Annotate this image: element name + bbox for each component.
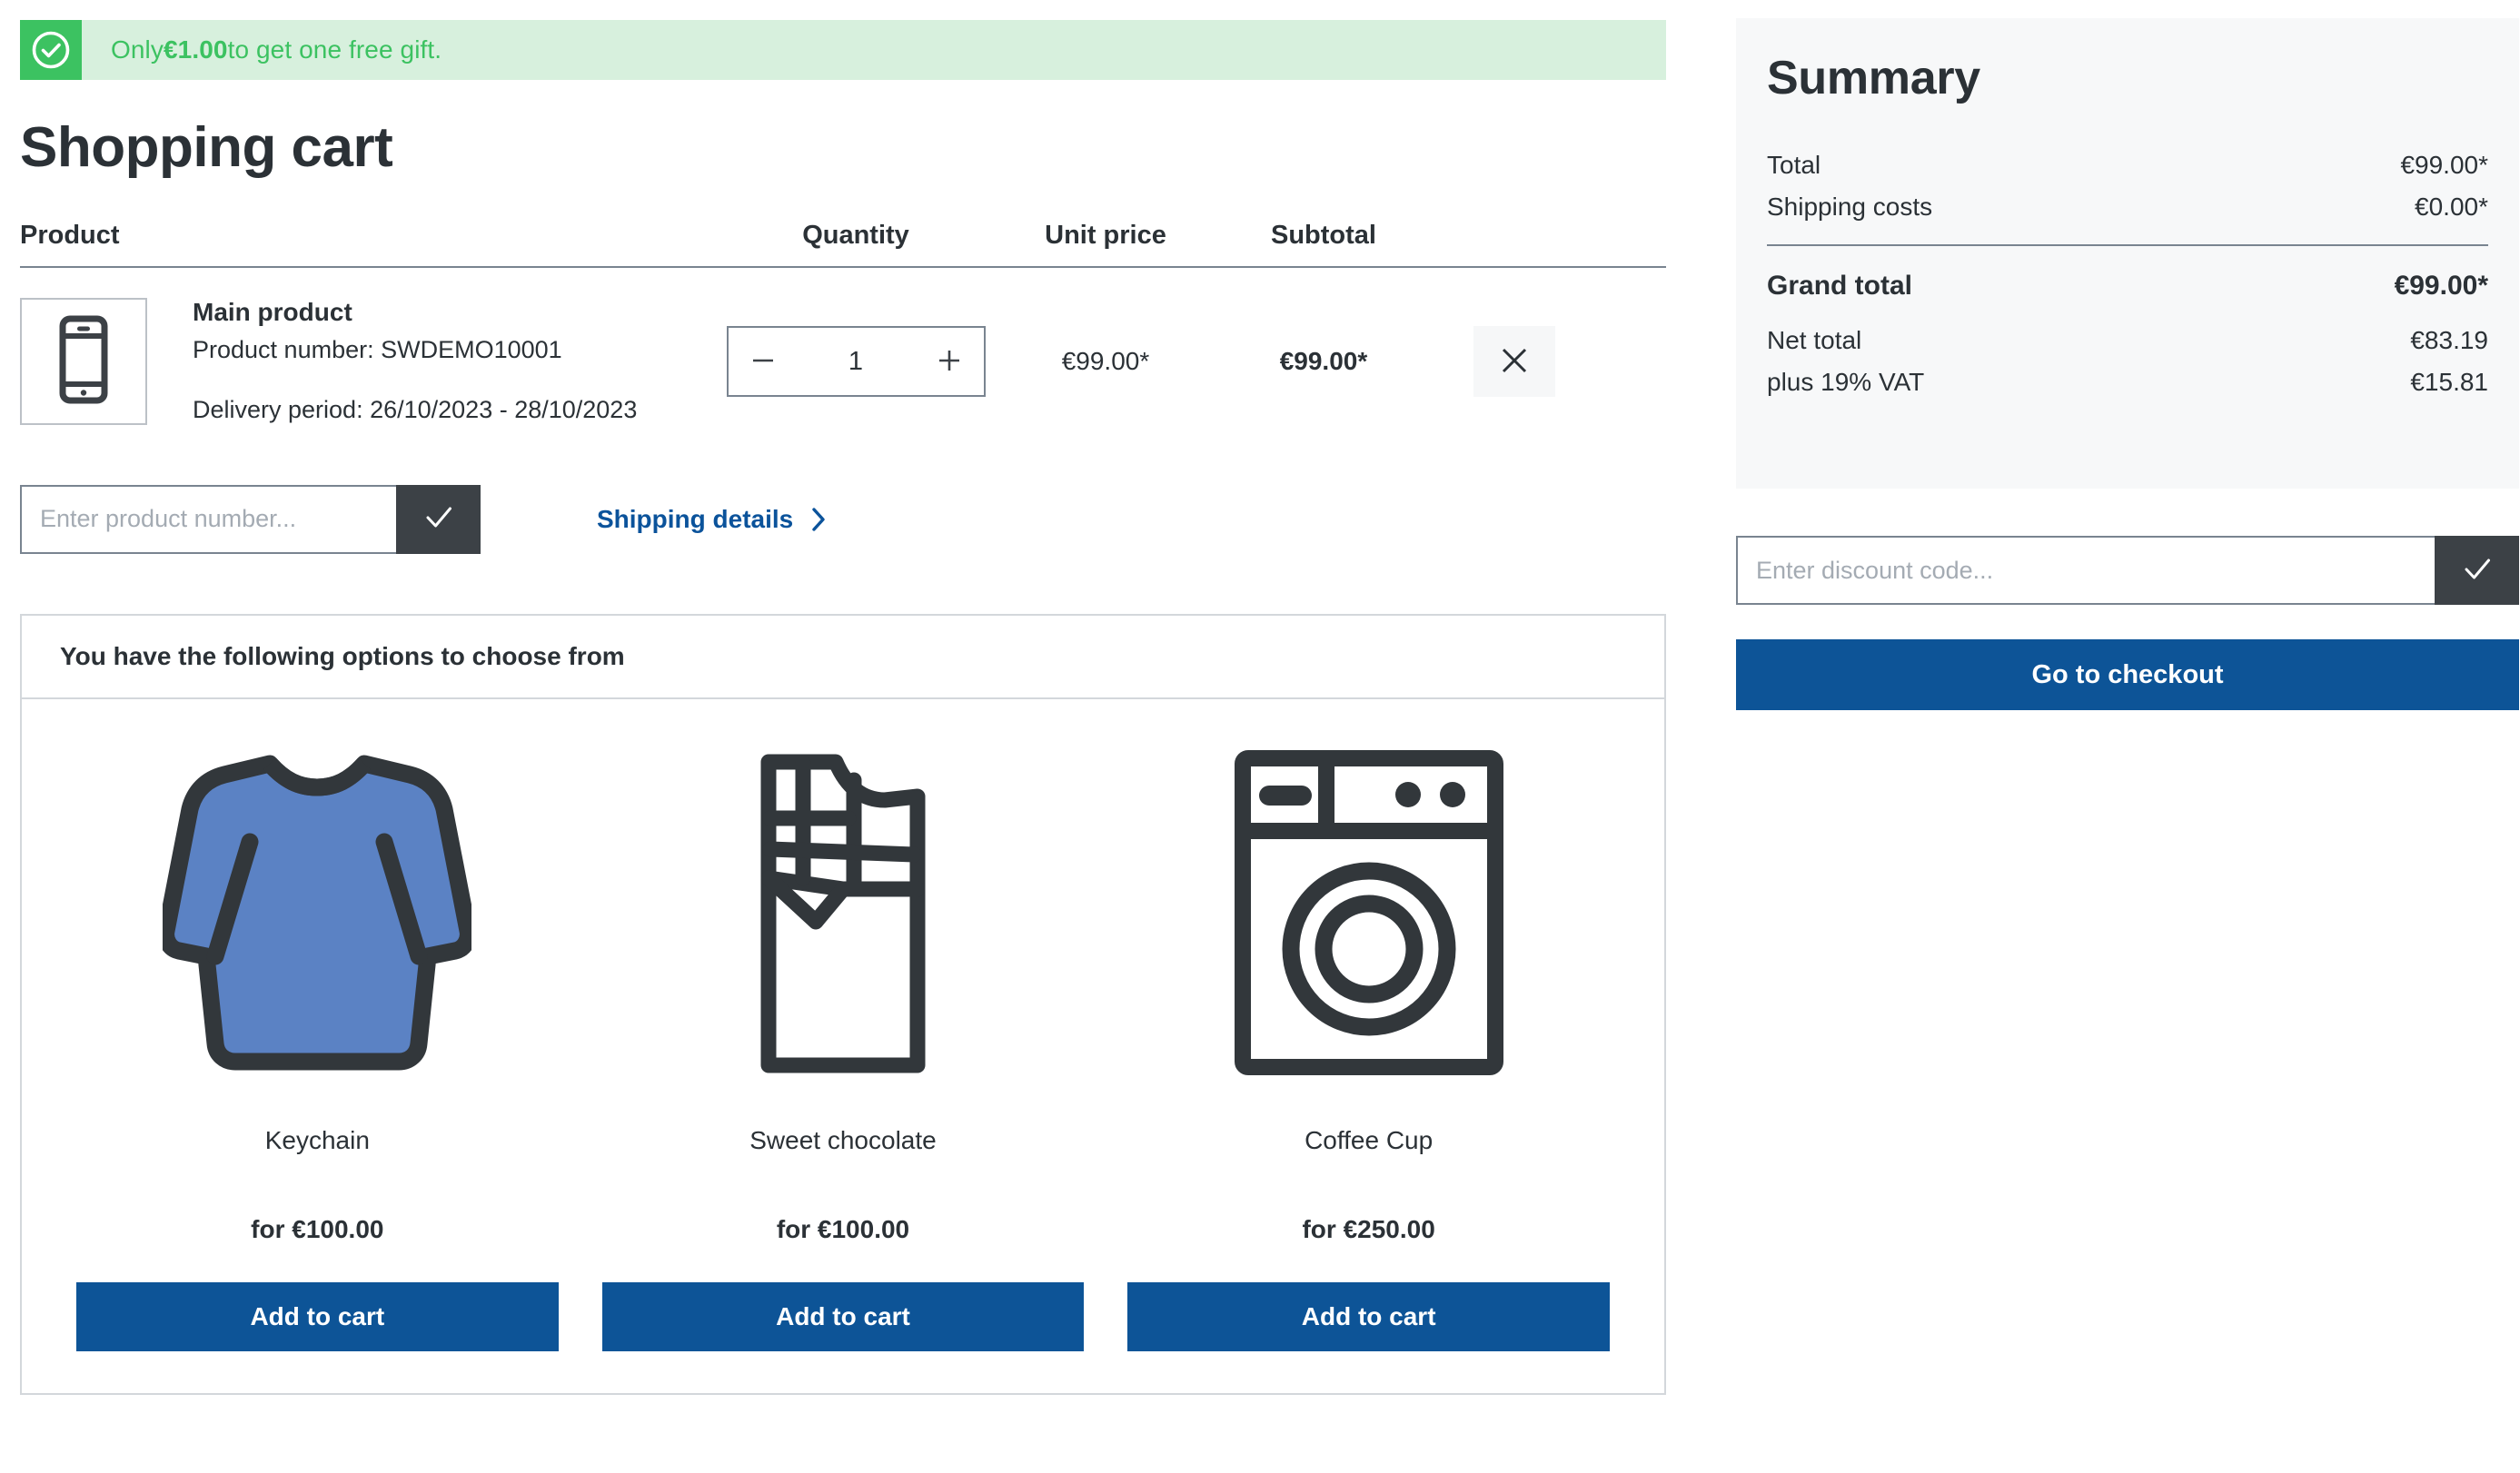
column-header-quantity: Quantity [802, 221, 909, 251]
summary-net-total-label: Net total [1767, 326, 1862, 355]
summary-net-total-value: €83.19 [2410, 326, 2488, 355]
gift-option-price: for €250.00 [1302, 1214, 1435, 1243]
remove-cell [1428, 326, 1666, 398]
close-icon [1497, 343, 1532, 381]
product-info: Main product Product number: SWDEMO10001… [193, 295, 637, 429]
summary-grand-total-value: €99.00* [2394, 271, 2488, 302]
chocolate-bar-icon [752, 744, 934, 1086]
product-number-submit-button[interactable] [396, 484, 481, 554]
product-thumbnail[interactable] [20, 298, 147, 426]
gift-options-heading: You have the following options to choose… [22, 616, 1664, 699]
summary-bottom-spacer [1767, 403, 2488, 452]
summary-row-shipping: Shipping costs €0.00* [1767, 186, 2488, 228]
free-gift-alert: Only €1.00 to get one free gift. [20, 20, 1666, 80]
cart-actions-row: Shipping details [20, 484, 1666, 554]
sweater-icon [157, 744, 478, 1086]
product-cell: Main product Product number: SWDEMO10001… [20, 295, 719, 429]
chevron-right-icon [809, 506, 828, 533]
go-to-checkout-button[interactable]: Go to checkout [1736, 639, 2519, 711]
column-header-product: Product [20, 221, 120, 251]
gift-option-image[interactable] [752, 741, 934, 1090]
gift-option-card: Sweet chocolate for €100.00 Add to cart [580, 741, 1106, 1351]
add-to-cart-button[interactable]: Add to cart [1127, 1281, 1610, 1351]
page-title: Shopping cart [20, 116, 393, 179]
alert-amount: €1.00 [163, 35, 228, 64]
summary-vat-value: €15.81 [2410, 368, 2488, 397]
free-gift-alert-text: Only €1.00 to get one free gift. [82, 20, 441, 80]
gift-option-card: Coffee Cup for €250.00 Add to cart [1106, 741, 1632, 1351]
shipping-details-label: Shipping details [597, 504, 794, 533]
summary-row-net-total: Net total €83.19 [1767, 320, 2488, 361]
summary-card: Summary Total €99.00* Shipping costs €0.… [1736, 18, 2519, 489]
discount-code-submit-button[interactable] [2435, 536, 2519, 606]
summary-row-vat: plus 19% VAT €15.81 [1767, 361, 2488, 403]
remove-item-button[interactable] [1473, 326, 1555, 398]
summary-shipping-value: €0.00* [2415, 193, 2488, 222]
quantity-increment-button[interactable] [915, 328, 984, 395]
product-number: Product number: SWDEMO10001 [193, 335, 562, 363]
gift-option-name: Coffee Cup [1305, 1125, 1434, 1154]
quantity-stepper[interactable]: 1 [726, 326, 986, 398]
minus-icon [749, 347, 777, 377]
cart-main-column: Only €1.00 to get one free gift. Shoppin… [20, 20, 1666, 1395]
discount-code-input[interactable] [1736, 536, 2435, 606]
table-row: Main product Product number: SWDEMO10001… [20, 268, 1666, 429]
shopping-cart-page: Only €1.00 to get one free gift. Shoppin… [0, 0, 2520, 1473]
product-name[interactable]: Main product [193, 295, 637, 330]
plus-icon [936, 347, 963, 377]
summary-rows: Total €99.00* Shipping costs €0.00* Gran… [1767, 144, 2488, 452]
smartphone-icon [48, 315, 119, 409]
gift-option-name: Keychain [264, 1125, 370, 1154]
gift-option-image[interactable] [1230, 741, 1508, 1090]
summary-shipping-label: Shipping costs [1767, 193, 1933, 222]
cart-table-header: Product Quantity Unit price Subtotal [20, 221, 1666, 269]
subtotal-value: €99.00* [1279, 347, 1368, 376]
shipping-details-link[interactable]: Shipping details [597, 505, 828, 534]
summary-total-label: Total [1767, 151, 1821, 180]
gift-option-card: Keychain for €100.00 Add to cart [55, 741, 580, 1351]
discount-code-form [1736, 536, 2519, 606]
gift-option-image[interactable] [157, 741, 478, 1090]
gift-options-panel: You have the following options to choose… [20, 613, 1666, 1395]
quantity-value[interactable]: 1 [798, 347, 915, 377]
quantity-decrement-button[interactable] [729, 328, 798, 395]
gift-option-name: Sweet chocolate [749, 1125, 937, 1154]
add-to-cart-button[interactable]: Add to cart [76, 1281, 559, 1351]
gift-option-price: for €100.00 [776, 1214, 910, 1243]
unit-price-value: €99.00* [1061, 347, 1150, 376]
product-number-input[interactable] [20, 484, 396, 554]
check-icon [2459, 551, 2495, 590]
gift-options-grid: Keychain for €100.00 Add to cart Sweet c… [22, 699, 1664, 1393]
summary-total-value: €99.00* [2400, 151, 2488, 180]
summary-grand-total-label: Grand total [1767, 271, 1913, 302]
quantity-cell: 1 [719, 326, 992, 398]
column-header-unit-price: Unit price [1045, 221, 1166, 251]
summary-row-grand-total: Grand total €99.00* [1767, 264, 2488, 320]
alert-suffix: to get one free gift. [227, 35, 442, 64]
cart-table: Product Quantity Unit price Subtotal Mai… [20, 221, 1666, 429]
summary-title: Summary [1767, 52, 1980, 104]
product-number-form [20, 484, 481, 554]
summary-row-total: Total €99.00* [1767, 144, 2488, 186]
check-icon [421, 499, 457, 539]
summary-column: Summary Total €99.00* Shipping costs €0.… [1736, 18, 2519, 711]
product-delivery-period: Delivery period: 26/10/2023 - 28/10/2023 [193, 396, 638, 424]
check-circle-icon [20, 20, 82, 80]
column-header-subtotal: Subtotal [1271, 221, 1376, 251]
summary-vat-label: plus 19% VAT [1767, 368, 1925, 397]
washing-machine-icon [1230, 744, 1508, 1086]
add-to-cart-button[interactable]: Add to cart [601, 1281, 1085, 1351]
gift-option-price: for €100.00 [251, 1214, 384, 1243]
alert-prefix: Only [111, 35, 164, 64]
summary-divider [1767, 244, 2488, 247]
